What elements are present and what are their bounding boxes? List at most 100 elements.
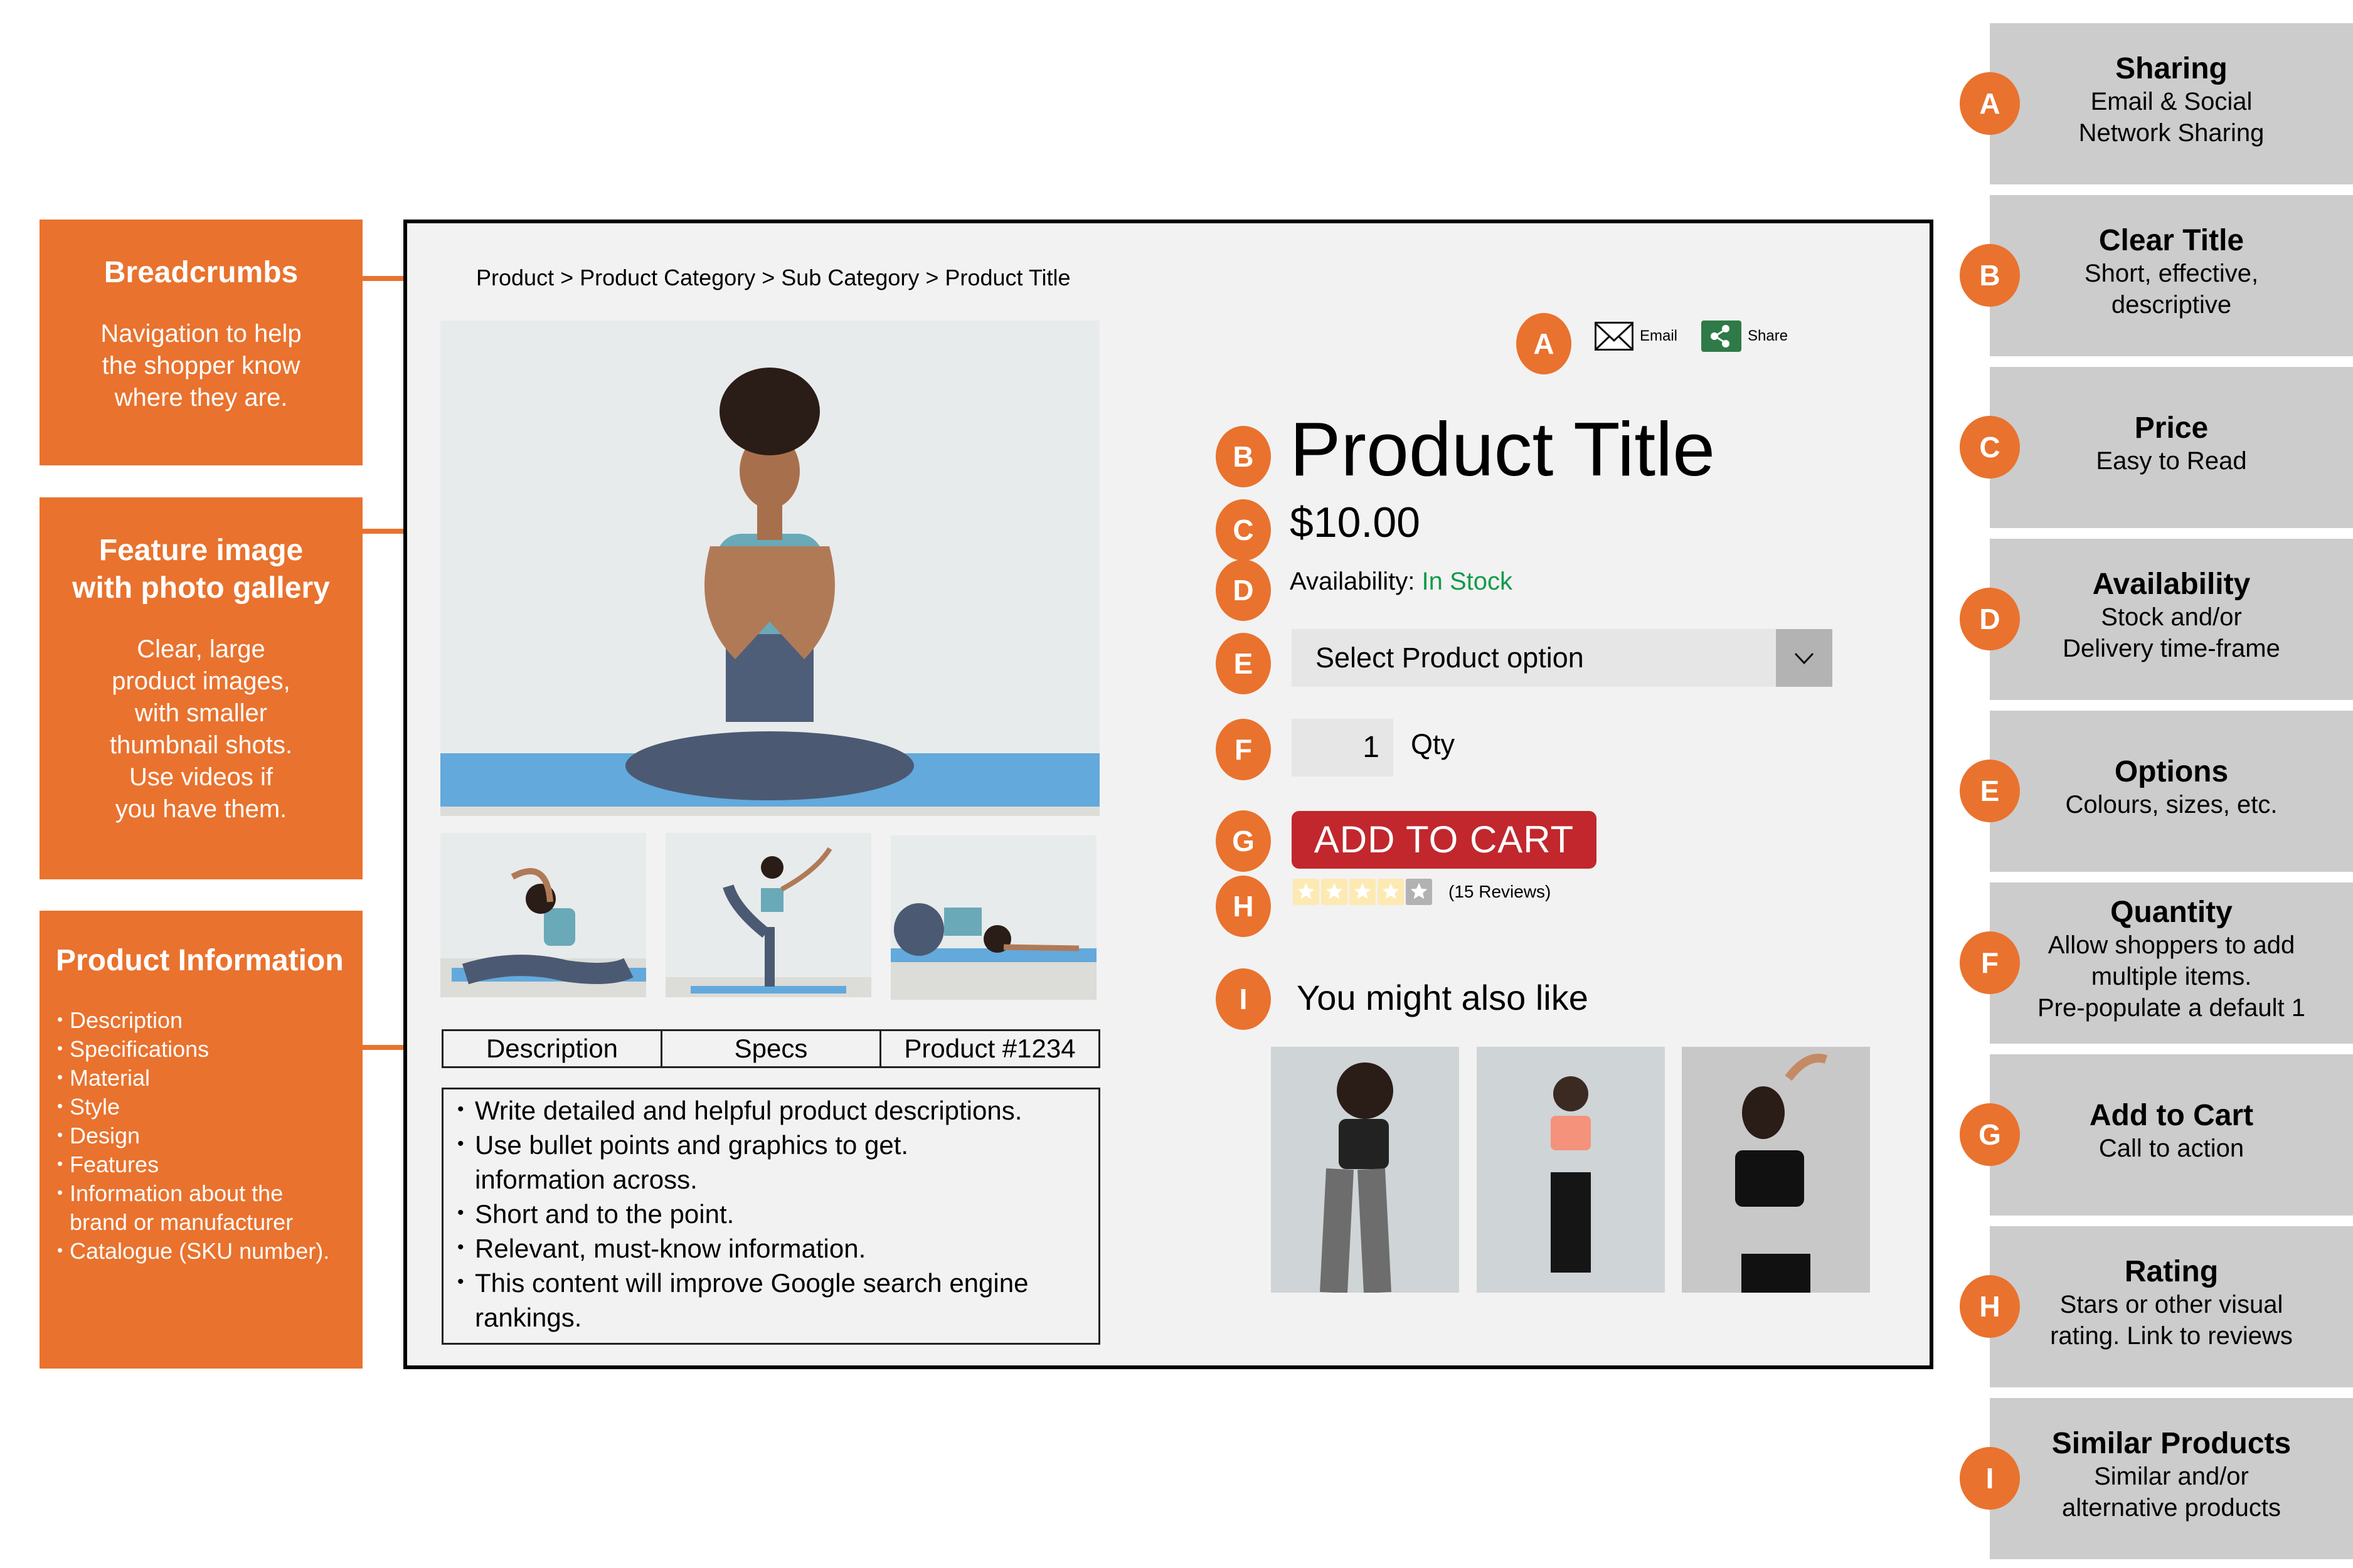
legend-card-title: Quantity (2110, 896, 2233, 929)
stock-status: In Stock (1421, 568, 1512, 595)
social-share-button[interactable]: Share (1701, 320, 1788, 352)
callout-line: Navigation to help (100, 320, 302, 347)
quantity-label: Qty (1411, 728, 1455, 760)
gallery-thumbnail[interactable] (666, 833, 871, 997)
legend-badge-f: F (1960, 931, 2020, 994)
legend-badge-a: A (1960, 72, 2020, 135)
legend-card-line: Stock and/or (2101, 603, 2242, 631)
availability-label: Availability: (1290, 568, 1415, 595)
callout-line: the shopper know (102, 352, 300, 379)
description-bullet: Relevant, must-know information. (457, 1230, 1086, 1266)
legend-badge-g: G (1960, 1103, 2020, 1166)
legend-card: Similar Products Similar and/or alternativ… (1990, 1398, 2353, 1559)
legend-card-title: Availability (2092, 568, 2251, 601)
legend-card-line: alternative products (2061, 1494, 2281, 1522)
callout-list-item: Design (56, 1120, 363, 1150)
legend-badge-c: C (1960, 416, 2020, 479)
star-filled-icon[interactable] (1321, 879, 1347, 905)
legend-card-line: Delivery time-frame (2063, 635, 2280, 662)
star-filled-icon[interactable] (1378, 879, 1404, 905)
legend-card-line: descriptive (2111, 291, 2232, 319)
related-product[interactable] (1477, 1047, 1665, 1293)
star-filled-icon[interactable] (1293, 879, 1319, 905)
callout-text: Navigation to help the shopper know wher… (40, 318, 363, 414)
legend-card: Sharing Email & Social Network Sharing (1990, 23, 2353, 184)
description-bullet: Short and to the point. (457, 1195, 1086, 1231)
model-pink-top-figure (1551, 1076, 1591, 1273)
star-rating[interactable] (1293, 879, 1432, 905)
callout-list-item: Style (56, 1091, 363, 1121)
legend-card-line: Easy to Read (2096, 447, 2247, 475)
model-grey-leggings-figure (1320, 1062, 1393, 1293)
legend-card-title: Sharing (2115, 52, 2228, 85)
legend-badge-d: D (1960, 588, 2020, 650)
legend-card-title: Add to Cart (2089, 1099, 2254, 1132)
callout-list: Description Specifications Material Styl… (56, 1005, 363, 1266)
share-nodes-icon (1701, 320, 1742, 352)
legend-card-line: Colours, sizes, etc. (2065, 791, 2278, 818)
callout-line: thumbnail shots. (109, 731, 293, 759)
badge-b: B (1216, 426, 1271, 487)
callout-line: you have them. (115, 795, 287, 823)
model-black-top-figure (1735, 1054, 1828, 1293)
badge-i: I (1216, 968, 1271, 1030)
feature-image[interactable] (440, 320, 1100, 816)
callout-line: Use videos if (129, 763, 273, 791)
product-option-select[interactable]: Select Product option (1292, 629, 1832, 687)
legend-card-line: Allow shoppers to add (2048, 931, 2295, 959)
tab-specs[interactable]: Specs (662, 1031, 881, 1066)
dropdown-toggle[interactable] (1776, 629, 1832, 687)
callout-title-line: with photo gallery (72, 571, 330, 605)
legend-card: Price Easy to Read (1990, 367, 2353, 528)
related-heading: You might also like (1297, 978, 1588, 1017)
star-empty-icon[interactable] (1406, 879, 1432, 905)
legend-card-title: Clear Title (2098, 224, 2244, 257)
breadcrumb[interactable]: Product > Product Category > Sub Categor… (476, 265, 1071, 291)
description-panel: Write detailed and helpful product descr… (442, 1088, 1100, 1345)
related-product[interactable] (1682, 1047, 1870, 1293)
callout-list-item: Material (56, 1062, 363, 1093)
callout-list-item: Features (56, 1149, 363, 1179)
select-placeholder: Select Product option (1315, 642, 1584, 674)
badge-c: C (1216, 499, 1271, 561)
callout-line: where they are. (114, 384, 288, 411)
gallery-thumbnail[interactable] (440, 833, 646, 997)
add-to-cart-button[interactable]: ADD TO CART (1292, 811, 1596, 869)
availability: Availability: In Stock (1290, 566, 1512, 597)
chevron-down-icon (1794, 652, 1814, 665)
tab-description[interactable]: Description (444, 1031, 662, 1066)
description-bullet: Use bullet points and graphics to get. i… (457, 1126, 977, 1197)
legend-card: Clear Title Short, effective, descriptive (1990, 195, 2353, 356)
callout-line: product images, (112, 667, 290, 695)
related-product[interactable] (1271, 1047, 1459, 1293)
badge-f: F (1216, 719, 1271, 780)
callout-product-information: Product Information Description Specific… (40, 911, 363, 1369)
callout-list-item: Information about the brand or manufactu… (56, 1178, 339, 1237)
badge-g: G (1216, 810, 1271, 872)
legend-card-line: Similar and/or (2094, 1463, 2249, 1490)
callout-list-item: Description (56, 1005, 363, 1035)
legend-card-line: multiple items. (2091, 963, 2252, 990)
yoga-pose-figure (625, 368, 914, 800)
tab-product-number[interactable]: Product #1234 (881, 1031, 1098, 1066)
callout-title-line: Feature image (98, 534, 304, 567)
yoga-dancer-pose-figure (723, 847, 832, 987)
callout-breadcrumbs: Breadcrumbs Navigation to help the shopp… (40, 220, 363, 465)
gallery-thumbnail[interactable] (891, 835, 1097, 1000)
legend-badge-e: E (1960, 760, 2020, 822)
quantity-input[interactable]: 1 (1292, 719, 1393, 776)
share-row: Email Share (1595, 320, 1812, 352)
badge-h: H (1216, 876, 1271, 937)
callout-line: Clear, large (137, 635, 265, 663)
callout-title: Product Information (56, 944, 344, 977)
legend-card: Options Colours, sizes, etc. (1990, 711, 2353, 872)
callout-list-item: Specifications (56, 1034, 363, 1064)
reviews-link[interactable]: (15 Reviews) (1448, 879, 1551, 905)
email-share-button[interactable]: Email (1595, 322, 1677, 351)
envelope-icon (1595, 322, 1633, 351)
callout-title: Feature image with photo gallery (40, 532, 363, 607)
legend-card-line: Network Sharing (2078, 119, 2265, 147)
legend-badge-h: H (1960, 1275, 2020, 1338)
star-filled-icon[interactable] (1349, 879, 1376, 905)
legend-card-line: Email & Social (2090, 88, 2253, 115)
